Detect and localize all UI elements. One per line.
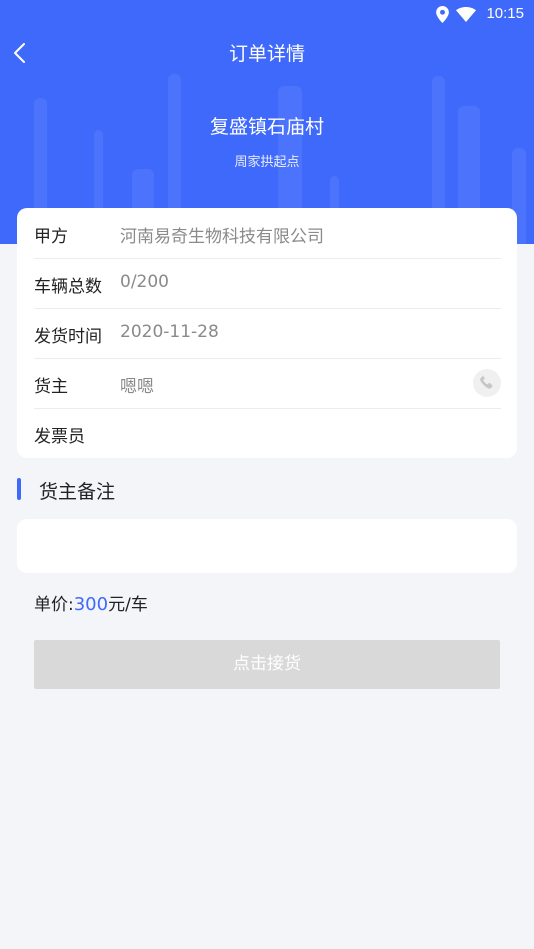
vehicles-value: 0/200 xyxy=(120,272,169,292)
invoicer-label: 发票员 xyxy=(34,427,85,447)
price-label: 单价: xyxy=(34,595,74,615)
remark-title: 货主备注 xyxy=(39,481,116,503)
party-a-label: 甲方 xyxy=(34,227,68,247)
remark-content-box xyxy=(17,519,517,573)
party-a-value: 河南易奇生物科技有限公司 xyxy=(120,227,324,247)
location-icon xyxy=(436,6,449,23)
vehicles-label: 车辆总数 xyxy=(34,277,102,297)
ship-time-value: 2020-11-28 xyxy=(120,322,219,342)
unit-price: 单价:300元/车 xyxy=(34,590,148,615)
party-a-row: 甲方 河南易奇生物科技有限公司 xyxy=(34,208,501,259)
owner-label: 货主 xyxy=(34,377,68,397)
destination-name: 复盛镇石庙村 xyxy=(209,116,324,138)
owner-value: 嗯嗯 xyxy=(120,377,154,397)
accept-order-button[interactable]: 点击接货 xyxy=(34,640,500,689)
ship-time-label: 发货时间 xyxy=(34,327,102,347)
section-accent-bar xyxy=(17,478,21,500)
price-amount: 300 xyxy=(73,594,109,615)
vehicles-row: 车辆总数 0/200 xyxy=(34,258,501,309)
phone-icon xyxy=(480,375,493,389)
wifi-icon xyxy=(456,7,476,22)
page-title: 订单详情 xyxy=(228,43,305,65)
nav-bar: 订单详情 xyxy=(0,30,534,76)
origin-name: 周家拱起点 xyxy=(234,155,300,170)
invoicer-row: 发票员 xyxy=(34,408,501,458)
status-bar: 10:15 xyxy=(0,0,534,30)
order-info-card: 甲方 河南易奇生物科技有限公司 车辆总数 0/200 发货时间 2020-11-… xyxy=(17,208,517,458)
ship-time-row: 发货时间 2020-11-28 xyxy=(34,308,501,359)
owner-row: 货主 嗯嗯 xyxy=(34,358,501,409)
price-unit: 元/车 xyxy=(108,595,148,615)
call-owner-button[interactable] xyxy=(473,369,501,397)
status-time: 10:15 xyxy=(486,5,524,22)
